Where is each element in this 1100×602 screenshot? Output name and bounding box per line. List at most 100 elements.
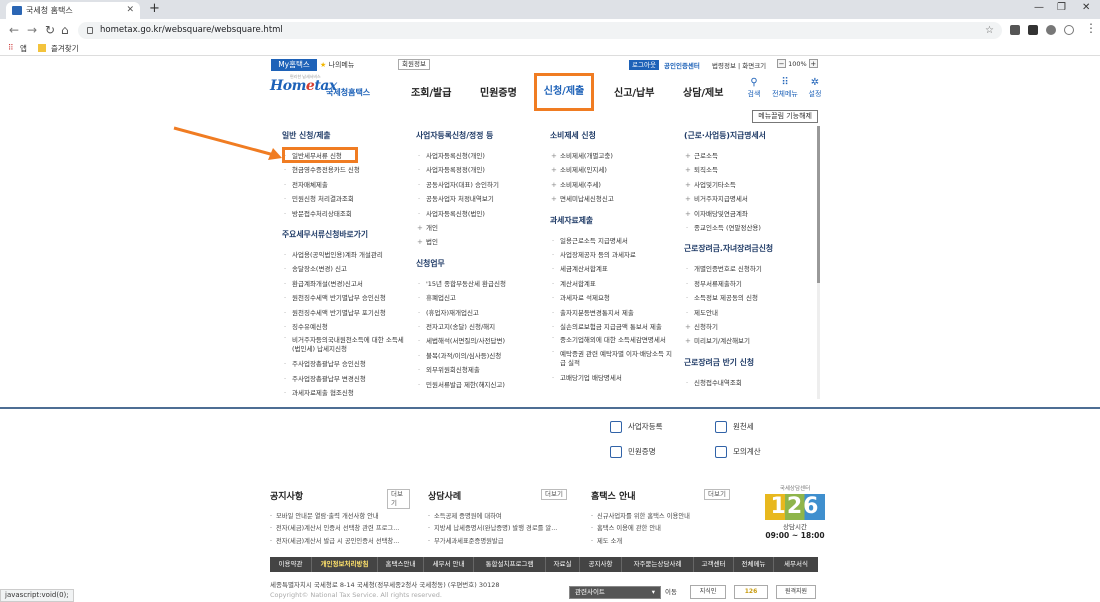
close-tab-icon[interactable]: ✕ (126, 2, 134, 19)
menu-item[interactable]: 과세자료제출 협조신청 (282, 386, 404, 397)
menu-item[interactable]: 신청하기 (684, 320, 773, 335)
menu-item[interactable]: 법인 (416, 235, 506, 250)
banner-knowledge[interactable]: 지식인 (690, 585, 726, 599)
menu-item[interactable]: 민원서류발급 제한(해지신고) (416, 378, 506, 393)
go-button[interactable]: 이동 (665, 586, 677, 599)
menu-item[interactable]: 근로소득 (684, 149, 773, 164)
menu-item[interactable]: 퇴직소득 (684, 163, 773, 178)
home-icon[interactable]: ⌂ (61, 23, 69, 37)
menu-item[interactable]: 공동사업자(대표) 승인하기 (416, 178, 506, 193)
menu-item[interactable]: 개인 (416, 221, 506, 236)
cases-item[interactable]: 지방세 납세증명서(완납증명) 발행 경로를 알... (428, 523, 568, 536)
menu-item[interactable]: 민원신청 처리결과조회 (282, 192, 404, 207)
menu-item[interactable]: 공동사업자 처정내역보기 (416, 192, 506, 207)
new-tab-icon[interactable]: + (149, 1, 160, 16)
menu-item[interactable]: 주사업장총괄납부 변경신청 (282, 372, 404, 387)
menu-item[interactable]: 신청접수내역조회 (684, 376, 773, 391)
menu-item[interactable]: 외부위원회신청제출 (416, 363, 506, 378)
cases-more-button[interactable]: 더보기 (541, 489, 567, 500)
menu-item[interactable]: 세금계산서합계표 (550, 262, 675, 277)
footer-link[interactable]: 고객센터 (694, 557, 734, 572)
footer-link[interactable]: 전체메뉴 (734, 557, 774, 572)
menu-item[interactable]: 환급계좌개설(변경)신고서 (282, 277, 404, 292)
footer-link[interactable]: 공지사항 (580, 557, 622, 572)
footer-link-privacy[interactable]: 개인정보처리방침 (312, 557, 378, 572)
member-info-button[interactable]: 회원정보 (398, 59, 430, 70)
menu-item[interactable]: 소비제세(개별고충) (550, 149, 675, 164)
bookmark-apps[interactable]: 앱 (20, 43, 27, 54)
menu-item[interactable]: 불복(과적/이의/심사등)신청 (416, 349, 506, 364)
notice-item[interactable]: 모바일 안내문 열람·출력 개선사항 안내 (270, 511, 410, 524)
close-window-icon[interactable]: ✕ (1082, 2, 1090, 13)
menu-item[interactable]: 전자고지(송달) 신청/해지 (416, 320, 506, 335)
forward-icon[interactable]: → (27, 23, 37, 37)
menu-item[interactable]: 고배당기업 배당명세서 (550, 371, 675, 386)
bookmark-star-icon[interactable]: ☆ (985, 22, 994, 39)
notice-more-button[interactable]: 더보기 (387, 489, 410, 509)
menu-item[interactable]: 정부서류제출하기 (684, 277, 773, 292)
menu-item[interactable]: 출자지분등변경통지서 제출 (550, 306, 675, 321)
maximize-icon[interactable]: ❐ (1057, 2, 1066, 13)
related-sites-select[interactable]: 관련사이트 ▾ (569, 586, 661, 599)
footer-link[interactable]: 홈택스안내 (378, 557, 424, 572)
menu-item[interactable]: 실손의료보험금 지급금액 통보서 제출 (550, 320, 675, 335)
menu-item[interactable]: 송달장소(변경) 신고 (282, 262, 404, 277)
menu-item[interactable]: 휴폐업신고 (416, 291, 506, 306)
menu-item[interactable]: 사업자등록정정(개인) (416, 163, 506, 178)
menu-item[interactable]: 소비제세(인지세) (550, 163, 675, 178)
footer-link[interactable]: 이용약관 (270, 557, 312, 572)
menu-item[interactable]: 비거주자등의국내원천소득에 대한 소득세(법인세) 납세지신청 (282, 334, 404, 357)
menu-item[interactable]: 일용근로소득 지급명세서 (550, 234, 675, 249)
menu-item[interactable]: 비거주자지급명세서 (684, 192, 773, 207)
menu-item[interactable]: 사업자등록신청(법인) (416, 207, 506, 222)
menu-item[interactable]: 원천징수세액 반기별납부 승인신청 (282, 291, 404, 306)
menu-item[interactable]: 사업및기타소득 (684, 178, 773, 193)
notice-item[interactable]: 전자(세금)계산서 인증서 선택창 관련 프로그... (270, 523, 410, 536)
my-hometax-button[interactable]: My홈택스 (271, 59, 317, 71)
footer-link[interactable]: 통합설치프로그램 (474, 557, 546, 572)
gnb-lookup[interactable]: 조회/발급 (411, 84, 451, 99)
quick-withholding[interactable]: 원천세 (715, 420, 754, 434)
guide-item[interactable]: 홈택스 이용에 관한 안내 (591, 523, 731, 536)
guide-item[interactable]: 제도 소개 (591, 536, 731, 549)
gnb-apply-submit[interactable]: 신청/제출 (534, 73, 594, 111)
menu-item[interactable]: 사업용(공익법인용)계좌 개설관리 (282, 248, 404, 263)
chrome-menu-icon[interactable]: ⋮ (1085, 21, 1097, 35)
extensions-puzzle-icon[interactable] (1046, 25, 1056, 35)
zoom-out-button[interactable]: − (777, 59, 786, 68)
reload-icon[interactable]: ↻ (45, 23, 55, 37)
gnb-consult[interactable]: 상담/제보 (683, 84, 723, 99)
banner-remote-support[interactable]: 원격지원 (776, 585, 816, 599)
cases-item[interactable]: 소득공제 증명원에 대하여 (428, 511, 568, 524)
quick-simulation[interactable]: 모의계산 (715, 445, 761, 459)
menu-item[interactable]: 과세자료 석제요청 (550, 291, 675, 306)
all-menu-button[interactable]: ⠿ 전체메뉴 (770, 78, 800, 99)
quick-business-registration[interactable]: 사업자등록 (610, 420, 663, 434)
menu-item[interactable]: 소득정보 제공동의 신청 (684, 291, 773, 306)
menu-item[interactable]: (휴업자)재개업신고 (416, 306, 506, 321)
menu-item[interactable]: 개별인증번호로 신청하기 (684, 262, 773, 277)
footer-link[interactable]: 자료실 (546, 557, 580, 572)
menu-clip-toggle-button[interactable]: 메뉴끌림 기능해제 (752, 110, 818, 123)
menu-item[interactable]: 전자매체제출 (282, 178, 404, 193)
gnb-report-pay[interactable]: 신고/납부 (614, 84, 654, 99)
menu-item[interactable]: 현금영수증전용카드 신청 (282, 163, 404, 178)
guide-item[interactable]: 신규사업자를 위한 홈택스 이용안내 (591, 511, 731, 524)
menu-item[interactable]: 면세미납세신청신고 (550, 192, 675, 207)
footer-link[interactable]: 자주묻는상담사례 (622, 557, 694, 572)
zoom-in-button[interactable]: + (808, 59, 818, 68)
logout-button[interactable]: 로그아웃 (629, 60, 659, 70)
back-icon[interactable]: ← (9, 23, 19, 37)
menu-item[interactable]: 사업자등록신청(개인) (416, 149, 506, 164)
footer-link[interactable]: 세무서 안내 (424, 557, 474, 572)
menu-item[interactable]: 중소기업해외에 대한 소득세감면명세서 (550, 334, 675, 348)
menu-item[interactable]: 미리보기/계산해보기 (684, 334, 773, 349)
quick-certificate[interactable]: 민원증명 (610, 445, 656, 459)
menu-item[interactable]: 종교인소득 (연말정산용) (684, 221, 773, 236)
scroll-thumb[interactable] (817, 126, 820, 283)
menu-item[interactable]: 제도안내 (684, 306, 773, 321)
menu-item[interactable]: 이자배당및연금계좌 (684, 207, 773, 222)
menu-item[interactable]: 예탁증권 관련 예탁자별 이자·배당소득 지급 실적 (550, 348, 675, 371)
menu-item[interactable]: 사업장제공자 등의 과세자료 (550, 248, 675, 263)
cert-center-link[interactable]: 공인인증센터 (664, 60, 700, 70)
